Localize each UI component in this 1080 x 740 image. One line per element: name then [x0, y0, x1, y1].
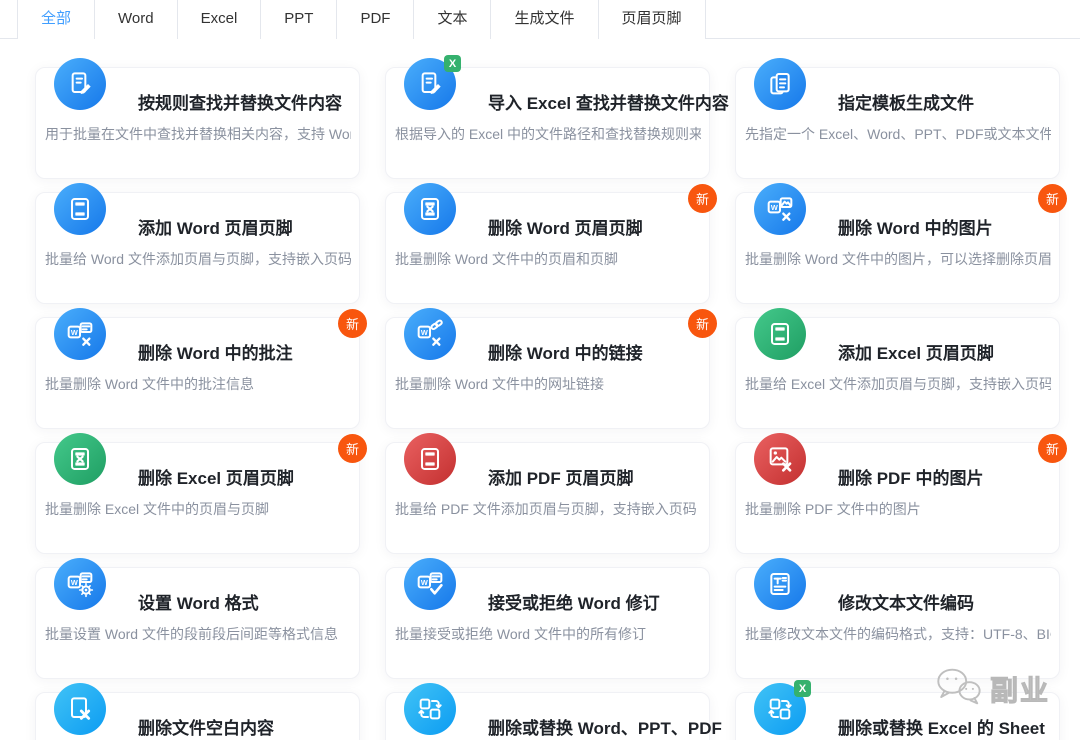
tool-card[interactable]: W 接受或拒绝 Word 修订批量接受或拒绝 Word 文件中的所有修订 [385, 567, 710, 679]
tool-card[interactable]: 删除 PDF 中的图片批量删除 PDF 文件中的图片新 [735, 442, 1060, 554]
tool-card[interactable]: 添加 Word 页眉页脚批量给 Word 文件添加页眉与页脚，支持嵌入页码 [35, 192, 360, 304]
svg-text:W: W [771, 203, 778, 212]
card-title: 删除 Word 中的图片 [838, 214, 993, 239]
page-header-footer-icon [54, 183, 106, 235]
card-title: 添加 PDF 页眉页脚 [488, 464, 633, 489]
tab-generate-file[interactable]: 生成文件 [491, 0, 598, 39]
card-title: 接受或拒绝 Word 修订 [488, 589, 660, 614]
card-description: 批量给 Excel 文件添加页眉与页脚，支持嵌入页码 [745, 374, 1051, 394]
new-badge: 新 [338, 434, 367, 463]
tab-text[interactable]: 文本 [414, 0, 491, 39]
excel-x-mini-badge: X [794, 680, 811, 697]
tab-pdf[interactable]: PDF [337, 0, 414, 39]
tool-card[interactable]: W 设置 Word 格式批量设置 Word 文件的段前段后间距等格式信息 [35, 567, 360, 679]
word-comment-x-icon: W [54, 308, 106, 360]
card-description: 批量删除 Excel 文件中的页眉与页脚 [45, 499, 351, 519]
card-description: 批量修改文本文件的编码格式，支持：UTF-8、BIG [745, 624, 1051, 644]
tool-card[interactable]: W删除 Word 中的图片批量删除 Word 文件中的图片，可以选择删除页眉新 [735, 192, 1060, 304]
tool-card[interactable]: 修改文本文件编码批量修改文本文件的编码格式，支持：UTF-8、BIG [735, 567, 1060, 679]
tool-card[interactable]: 删除 Word 页眉页脚批量删除 Word 文件中的页眉和页脚新 [385, 192, 710, 304]
card-description: 批量接受或拒绝 Word 文件中的所有修订 [395, 624, 701, 644]
tool-card[interactable]: W删除 Word 中的批注批量删除 Word 文件中的批注信息新 [35, 317, 360, 429]
tool-card[interactable]: 添加 PDF 页眉页脚批量给 PDF 文件添加页眉与页脚，支持嵌入页码 [385, 442, 710, 554]
svg-text:W: W [421, 578, 428, 587]
tab-list: 全部WordExcelPPTPDF文本生成文件页眉页脚 [17, 0, 1080, 39]
doc-stack-icon [754, 58, 806, 110]
page-header-footer-icon [754, 308, 806, 360]
tab-all[interactable]: 全部 [17, 0, 95, 39]
doc-pencil-excel-icon: X [404, 58, 456, 110]
swap-excel-icon: X [754, 683, 806, 735]
tool-card[interactable]: 删除 Excel 页眉页脚批量删除 Excel 文件中的页眉与页脚新 [35, 442, 360, 554]
tab-bar: 全部WordExcelPPTPDF文本生成文件页眉页脚 [0, 0, 1080, 39]
tool-card[interactable]: X导入 Excel 查找并替换文件内容根据导入的 Excel 中的文件路径和查找… [385, 67, 710, 179]
card-title: 添加 Excel 页眉页脚 [838, 339, 994, 364]
tool-card[interactable]: 指定模板生成文件先指定一个 Excel、Word、PPT、PDF或文本文件作 [735, 67, 1060, 179]
svg-text:W: W [71, 328, 78, 337]
page-header-footer-x-icon [54, 433, 106, 485]
card-description: 批量给 PDF 文件添加页眉与页脚，支持嵌入页码 [395, 499, 701, 519]
new-badge: 新 [338, 309, 367, 338]
new-badge: 新 [688, 309, 717, 338]
image-x-icon [754, 433, 806, 485]
tool-card[interactable]: W删除 Word 中的链接批量删除 Word 文件中的网址链接新 [385, 317, 710, 429]
tab-header-footer[interactable]: 页眉页脚 [599, 0, 706, 39]
word-check-icon: W [404, 558, 456, 610]
tool-card[interactable]: 删除或替换 Word、PPT、PDF [385, 692, 710, 740]
card-description: 批量给 Word 文件添加页眉与页脚，支持嵌入页码 [45, 249, 351, 269]
card-title: 删除 PDF 中的图片 [838, 464, 983, 489]
new-badge: 新 [1038, 434, 1067, 463]
card-title: 添加 Word 页眉页脚 [138, 214, 293, 239]
card-description: 先指定一个 Excel、Word、PPT、PDF或文本文件作 [745, 124, 1051, 144]
card-title: 删除 Word 页眉页脚 [488, 214, 643, 239]
word-gear-icon: W [54, 558, 106, 610]
card-description: 用于批量在文件中查找并替换相关内容，支持 Wor [45, 124, 351, 144]
card-title: 按规则查找并替换文件内容 [138, 89, 342, 114]
card-description: 批量删除 Word 文件中的批注信息 [45, 374, 351, 394]
card-description: 批量删除 Word 文件中的网址链接 [395, 374, 701, 394]
card-title: 删除或替换 Word、PPT、PDF [488, 714, 722, 739]
card-title: 删除或替换 Excel 的 Sheet [838, 714, 1045, 739]
card-title: 删除 Word 中的链接 [488, 339, 643, 364]
card-title: 删除 Excel 页眉页脚 [138, 464, 294, 489]
tool-card[interactable]: 添加 Excel 页眉页脚批量给 Excel 文件添加页眉与页脚，支持嵌入页码 [735, 317, 1060, 429]
card-title: 导入 Excel 查找并替换文件内容 [488, 89, 729, 114]
cards-grid: 按规则查找并替换文件内容用于批量在文件中查找并替换相关内容，支持 WorX导入 … [35, 67, 1060, 740]
text-doc-icon [754, 558, 806, 610]
card-description: 批量删除 PDF 文件中的图片 [745, 499, 1051, 519]
card-description: 根据导入的 Excel 中的文件路径和查找替换规则来 [395, 124, 701, 144]
card-title: 指定模板生成文件 [838, 89, 974, 114]
card-description: 批量设置 Word 文件的段前段后间距等格式信息 [45, 624, 351, 644]
word-image-x-icon: W [754, 183, 806, 235]
card-title: 设置 Word 格式 [138, 589, 259, 614]
card-title: 删除 Word 中的批注 [138, 339, 293, 364]
tool-card[interactable]: X删除或替换 Excel 的 Sheet [735, 692, 1060, 740]
tool-card[interactable]: 删除文件空白内容 [35, 692, 360, 740]
card-title: 修改文本文件编码 [838, 589, 974, 614]
card-description: 批量删除 Word 文件中的页眉和页脚 [395, 249, 701, 269]
svg-text:W: W [421, 328, 428, 337]
excel-x-mini-badge: X [444, 55, 461, 72]
card-description: 批量删除 Word 文件中的图片，可以选择删除页眉 [745, 249, 1051, 269]
tab-word[interactable]: Word [95, 0, 178, 39]
card-title: 删除文件空白内容 [138, 714, 274, 739]
tab-excel[interactable]: Excel [178, 0, 262, 39]
page-header-footer-x-icon [404, 183, 456, 235]
new-badge: 新 [1038, 184, 1067, 213]
doc-pencil-icon [54, 58, 106, 110]
page-header-footer-icon [404, 433, 456, 485]
file-x-icon [54, 683, 106, 735]
word-link-x-icon: W [404, 308, 456, 360]
swap-icon [404, 683, 456, 735]
tab-ppt[interactable]: PPT [261, 0, 337, 39]
tool-card[interactable]: 按规则查找并替换文件内容用于批量在文件中查找并替换相关内容，支持 Wor [35, 67, 360, 179]
new-badge: 新 [688, 184, 717, 213]
svg-text:W: W [71, 578, 78, 587]
